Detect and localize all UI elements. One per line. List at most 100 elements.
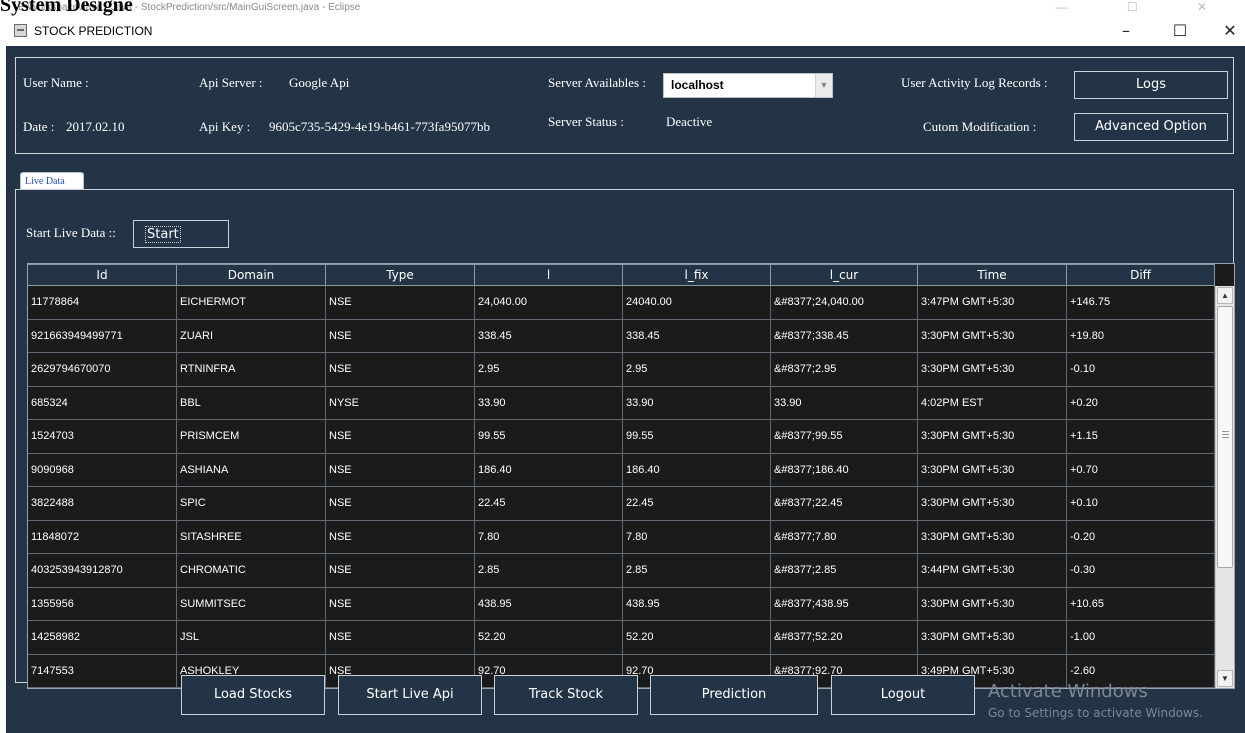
- table-cell[interactable]: 921663949499771: [28, 319, 177, 353]
- table-cell[interactable]: 438.95: [475, 587, 623, 621]
- table-cell[interactable]: NSE: [326, 487, 475, 521]
- table-cell[interactable]: 33.90: [623, 386, 771, 420]
- table-cell[interactable]: NSE: [326, 520, 475, 554]
- table-cell[interactable]: &#8377;186.40: [771, 453, 918, 487]
- arrow-up-icon[interactable]: ▲: [1217, 287, 1233, 304]
- column-header[interactable]: l: [475, 264, 623, 286]
- table-cell[interactable]: SUMMITSEC: [177, 587, 326, 621]
- load-stocks-button[interactable]: Load Stocks: [181, 675, 325, 715]
- table-row[interactable]: 1524703 PRISMCEM NSE 99.55 99.55 &#8377;99.55…: [28, 420, 1215, 454]
- table-cell[interactable]: 186.40: [475, 453, 623, 487]
- table-cell[interactable]: &#8377;338.45: [771, 319, 918, 353]
- table-cell[interactable]: 24,040.00: [475, 286, 623, 320]
- table-cell[interactable]: 3:30PM GMT+5:30: [918, 621, 1067, 655]
- table-cell[interactable]: EICHERMOT: [177, 286, 326, 320]
- table-cell[interactable]: 14258982: [28, 621, 177, 655]
- table-row[interactable]: 11778864 EICHERMOT NSE 24,040.00 24040.00 &#8…: [28, 286, 1215, 320]
- logs-button[interactable]: Logs: [1074, 71, 1228, 99]
- table-cell[interactable]: 338.45: [623, 319, 771, 353]
- table-cell[interactable]: 11778864: [28, 286, 177, 320]
- table-cell[interactable]: 11848072: [28, 520, 177, 554]
- table-cell[interactable]: CHROMATIC: [177, 554, 326, 588]
- table-cell[interactable]: &#8377;2.85: [771, 554, 918, 588]
- tab-live-data[interactable]: Live Data: [20, 172, 84, 190]
- table-cell[interactable]: 3:30PM GMT+5:30: [918, 520, 1067, 554]
- table-row[interactable]: 921663949499771 ZUARI NSE 338.45 338.45 &#837…: [28, 319, 1215, 353]
- table-cell[interactable]: 3:30PM GMT+5:30: [918, 487, 1067, 521]
- table-cell[interactable]: 1524703: [28, 420, 177, 454]
- scrollbar-thumb[interactable]: [1217, 306, 1233, 568]
- track-stock-button[interactable]: Track Stock: [494, 675, 638, 715]
- table-cell[interactable]: -1.00: [1067, 621, 1215, 655]
- window-titlebar[interactable]: STOCK PREDICTION – ☐ ✕: [6, 18, 1245, 44]
- table-cell[interactable]: -0.10: [1067, 353, 1215, 387]
- table-cell[interactable]: NSE: [326, 587, 475, 621]
- table-cell[interactable]: 7.80: [475, 520, 623, 554]
- table-cell[interactable]: NSE: [326, 453, 475, 487]
- table-cell[interactable]: &#8377;7.80: [771, 520, 918, 554]
- table-cell[interactable]: BBL: [177, 386, 326, 420]
- column-header[interactable]: l_cur: [771, 264, 918, 286]
- advanced-option-button[interactable]: Advanced Option: [1074, 113, 1228, 141]
- start-live-api-button[interactable]: Start Live Api: [338, 675, 482, 715]
- table-cell[interactable]: 3:47PM GMT+5:30: [918, 286, 1067, 320]
- table-cell[interactable]: &#8377;99.55: [771, 420, 918, 454]
- table-cell[interactable]: -0.20: [1067, 520, 1215, 554]
- table-cell[interactable]: +1.15: [1067, 420, 1215, 454]
- table-cell[interactable]: NSE: [326, 353, 475, 387]
- table-cell[interactable]: +0.20: [1067, 386, 1215, 420]
- table-cell[interactable]: 186.40: [623, 453, 771, 487]
- table-cell[interactable]: 4:02PM EST: [918, 386, 1067, 420]
- column-header[interactable]: Domain: [177, 264, 326, 286]
- table-cell[interactable]: &#8377;22.45: [771, 487, 918, 521]
- table-cell[interactable]: NSE: [326, 286, 475, 320]
- logout-button[interactable]: Logout: [831, 675, 975, 715]
- table-cell[interactable]: 52.20: [475, 621, 623, 655]
- table-cell[interactable]: 403253943912870: [28, 554, 177, 588]
- table-cell[interactable]: 99.55: [623, 420, 771, 454]
- table-row[interactable]: 11848072 SITASHREE NSE 7.80 7.80 &#8377;7.80 3…: [28, 520, 1215, 554]
- table-cell[interactable]: +146.75: [1067, 286, 1215, 320]
- table-cell[interactable]: 24040.00: [623, 286, 771, 320]
- table-cell[interactable]: SITASHREE: [177, 520, 326, 554]
- table-cell[interactable]: 3:30PM GMT+5:30: [918, 587, 1067, 621]
- table-cell[interactable]: +0.70: [1067, 453, 1215, 487]
- chevron-down-icon[interactable]: ▼: [815, 74, 832, 97]
- table-cell[interactable]: RTNINFRA: [177, 353, 326, 387]
- table-cell[interactable]: &#8377;24,040.00: [771, 286, 918, 320]
- table-cell[interactable]: 3:30PM GMT+5:30: [918, 353, 1067, 387]
- column-header[interactable]: Time: [918, 264, 1067, 286]
- table-cell[interactable]: 3:30PM GMT+5:30: [918, 319, 1067, 353]
- table-cell[interactable]: NSE: [326, 420, 475, 454]
- table-cell[interactable]: ASHIANA: [177, 453, 326, 487]
- close-button[interactable]: ✕: [1212, 20, 1245, 42]
- minimize-button[interactable]: –: [1108, 20, 1144, 42]
- table-row[interactable]: 3822488 SPIC NSE 22.45 22.45 &#8377;22.45 3:30…: [28, 487, 1215, 521]
- table-row[interactable]: 2629794670070 RTNINFRA NSE 2.95 2.95 &#8377;2…: [28, 353, 1215, 387]
- column-header[interactable]: Id: [28, 264, 177, 286]
- table-cell[interactable]: 3:30PM GMT+5:30: [918, 420, 1067, 454]
- table-cell[interactable]: 9090968: [28, 453, 177, 487]
- column-header[interactable]: l_fix: [623, 264, 771, 286]
- table-cell[interactable]: &#8377;2.95: [771, 353, 918, 387]
- table-cell[interactable]: 33.90: [771, 386, 918, 420]
- table-cell[interactable]: 2.95: [475, 353, 623, 387]
- table-cell[interactable]: 22.45: [623, 487, 771, 521]
- table-cell[interactable]: -0.30: [1067, 554, 1215, 588]
- table-cell[interactable]: PRISMCEM: [177, 420, 326, 454]
- table-row[interactable]: 1355956 SUMMITSEC NSE 438.95 438.95 &#8377;43…: [28, 587, 1215, 621]
- table-cell[interactable]: 33.90: [475, 386, 623, 420]
- table-cell[interactable]: NSE: [326, 621, 475, 655]
- table-row[interactable]: 685324 BBL NYSE 33.90 33.90 33.90 4:02PM EST +0…: [28, 386, 1215, 420]
- table-cell[interactable]: 2.85: [623, 554, 771, 588]
- table-cell[interactable]: 338.45: [475, 319, 623, 353]
- table-cell[interactable]: 2.95: [623, 353, 771, 387]
- table-cell[interactable]: 685324: [28, 386, 177, 420]
- table-cell[interactable]: 2.85: [475, 554, 623, 588]
- prediction-button[interactable]: Prediction: [650, 675, 818, 715]
- table-row[interactable]: 9090968 ASHIANA NSE 186.40 186.40 &#8377;186.…: [28, 453, 1215, 487]
- table-cell[interactable]: &#8377;52.20: [771, 621, 918, 655]
- table-cell[interactable]: NSE: [326, 319, 475, 353]
- table-cell[interactable]: SPIC: [177, 487, 326, 521]
- table-cell[interactable]: NSE: [326, 554, 475, 588]
